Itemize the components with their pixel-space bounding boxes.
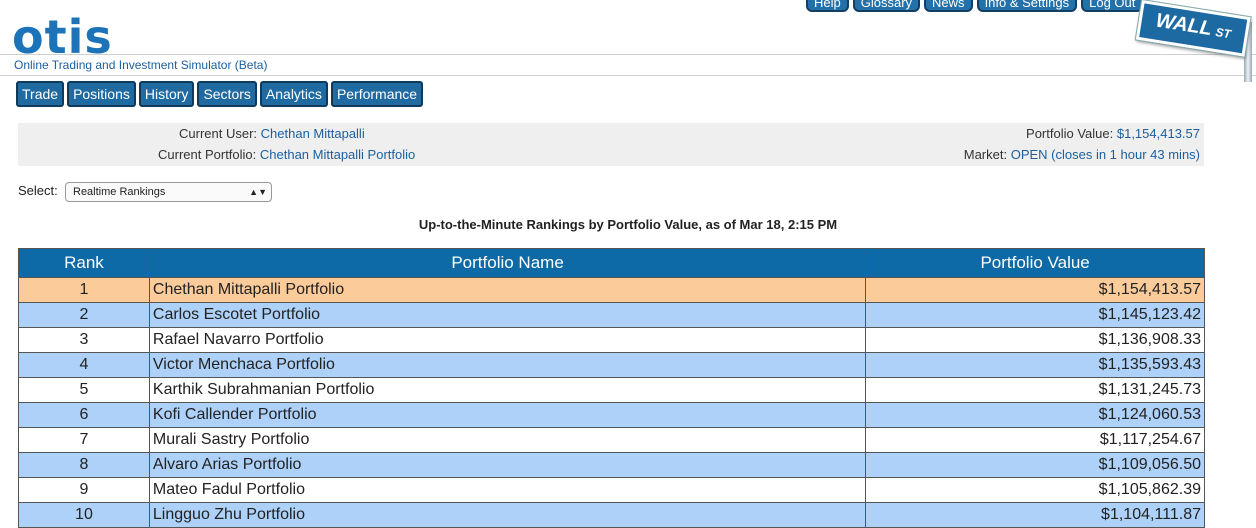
portfolio-name-header: Portfolio Name xyxy=(148,248,867,278)
table-row[interactable]: 5 Karthik Subrahmanian Portfolio $1,131,… xyxy=(18,377,1205,403)
rank-cell: 1 xyxy=(18,277,150,303)
portfolio-name-cell: Murali Sastry Portfolio xyxy=(148,427,867,453)
wall-st-sign-sub: ST xyxy=(1214,24,1232,42)
portfolio-value-cell: $1,105,862.39 xyxy=(865,477,1205,503)
news-button[interactable]: News xyxy=(924,0,973,12)
main-nav: Trade Positions History Sectors Analytic… xyxy=(16,81,424,107)
portfolio-value-cell: $1,104,111.87 xyxy=(865,502,1205,528)
portfolio-value-header: Portfolio Value xyxy=(865,248,1205,278)
header-divider xyxy=(0,54,1256,55)
performance-tab[interactable]: Performance xyxy=(330,81,424,107)
current-portfolio-label: Current Portfolio: xyxy=(158,147,257,162)
rank-cell: 10 xyxy=(18,502,150,528)
select-label: Select: xyxy=(18,183,58,198)
table-row[interactable]: 4 Victor Menchaca Portfolio $1,135,593.4… xyxy=(18,352,1205,378)
portfolio-name-cell: Alvaro Arias Portfolio xyxy=(148,452,867,478)
rank-cell: 2 xyxy=(18,302,150,328)
portfolio-name-cell: Carlos Escotet Portfolio xyxy=(148,302,867,328)
portfolio-value-cell: $1,109,056.50 xyxy=(865,452,1205,478)
glossary-button[interactable]: Glossary xyxy=(852,0,921,12)
portfolio-name-cell: Kofi Callender Portfolio xyxy=(148,402,867,428)
portfolio-value-cell: $1,154,413.57 xyxy=(865,277,1205,303)
tagline: Online Trading and Investment Simulator … xyxy=(14,58,268,72)
portfolio-value-cell: $1,131,245.73 xyxy=(865,377,1205,403)
top-nav: Help Glossary News Info & Settings Log O… xyxy=(806,0,1144,12)
portfolio-name-cell: Karthik Subrahmanian Portfolio xyxy=(148,377,867,403)
rank-cell: 3 xyxy=(18,327,150,353)
market-status-row: Market: OPEN (closes in 1 hour 43 mins) xyxy=(964,147,1200,162)
portfolio-name-cell: Rafael Navarro Portfolio xyxy=(148,327,867,353)
market-status-value: OPEN (closes in 1 hour 43 mins) xyxy=(1010,147,1200,162)
positions-tab[interactable]: Positions xyxy=(67,81,136,107)
table-row[interactable]: 10 Lingguo Zhu Portfolio $1,104,111.87 xyxy=(18,502,1205,528)
rank-cell: 4 xyxy=(18,352,150,378)
select-updown-arrows-icon: ▲▼ xyxy=(249,187,267,197)
current-user-label: Current User: xyxy=(179,126,258,141)
portfolio-name-cell: Mateo Fadul Portfolio xyxy=(148,477,867,503)
portfolio-name-cell: Victor Menchaca Portfolio xyxy=(148,352,867,378)
table-row[interactable]: 2 Carlos Escotet Portfolio $1,145,123.42 xyxy=(18,302,1205,328)
table-row[interactable]: 6 Kofi Callender Portfolio $1,124,060.53 xyxy=(18,402,1205,428)
rank-cell: 9 xyxy=(18,477,150,503)
current-portfolio-value[interactable]: Chethan Mittapalli Portfolio xyxy=(260,147,415,162)
current-user-value[interactable]: Chethan Mittapalli xyxy=(261,126,365,141)
portfolio-value-cell: $1,145,123.42 xyxy=(865,302,1205,328)
table-row[interactable]: 7 Murali Sastry Portfolio $1,117,254.67 xyxy=(18,427,1205,453)
user-info-panel: Current User: Chethan Mittapalli Current… xyxy=(18,123,1204,166)
history-tab[interactable]: History xyxy=(138,81,195,107)
rank-header: Rank xyxy=(18,248,150,278)
current-user-row: Current User: Chethan Mittapalli xyxy=(179,126,365,141)
rankings-table: Rank Portfolio Name Portfolio Value 1 Ch… xyxy=(18,248,1205,528)
analytics-tab[interactable]: Analytics xyxy=(259,81,328,107)
table-row[interactable]: 1 Chethan Mittapalli Portfolio $1,154,41… xyxy=(18,277,1205,303)
table-row[interactable]: 8 Alvaro Arias Portfolio $1,109,056.50 xyxy=(18,452,1205,478)
logout-button[interactable]: Log Out xyxy=(1081,0,1144,12)
help-button[interactable]: Help xyxy=(806,0,849,12)
table-row[interactable]: 9 Mateo Fadul Portfolio $1,105,862.39 xyxy=(18,477,1205,503)
portfolio-value-cell: $1,135,593.43 xyxy=(865,352,1205,378)
rankings-select[interactable]: Realtime Rankings ▲▼ xyxy=(65,182,272,202)
current-portfolio-row: Current Portfolio: Chethan Mittapalli Po… xyxy=(158,147,415,162)
table-row[interactable]: 3 Rafael Navarro Portfolio $1,136,908.33 xyxy=(18,327,1205,353)
rankings-select-group: Select: Realtime Rankings ▲▼ xyxy=(18,182,272,202)
info-settings-button[interactable]: Info & Settings xyxy=(976,0,1078,12)
rankings-select-value: Realtime Rankings xyxy=(73,186,166,198)
portfolio-value-cell: $1,136,908.33 xyxy=(865,327,1205,353)
table-header-row: Rank Portfolio Name Portfolio Value xyxy=(18,248,1205,278)
portfolio-name-cell: Chethan Mittapalli Portfolio xyxy=(148,277,867,303)
portfolio-value-cell: $1,117,254.67 xyxy=(865,427,1205,453)
trade-tab[interactable]: Trade xyxy=(16,81,65,107)
portfolio-value-label: Portfolio Value: xyxy=(1026,126,1114,141)
rank-cell: 6 xyxy=(18,402,150,428)
portfolio-value-row: Portfolio Value: $1,154,413.57 xyxy=(1026,126,1200,141)
wall-st-sign-logo: WALLST xyxy=(1134,0,1252,59)
rank-cell: 5 xyxy=(18,377,150,403)
portfolio-value-cell: $1,124,060.53 xyxy=(865,402,1205,428)
market-label: Market: xyxy=(963,147,1008,162)
wall-st-sign-main: WALL xyxy=(1154,9,1214,41)
rank-cell: 8 xyxy=(18,452,150,478)
portfolio-name-cell: Lingguo Zhu Portfolio xyxy=(148,502,867,528)
rankings-caption: Up-to-the-Minute Rankings by Portfolio V… xyxy=(418,217,838,232)
sectors-tab[interactable]: Sectors xyxy=(197,81,257,107)
rank-cell: 7 xyxy=(18,427,150,453)
portfolio-value-amount: $1,154,413.57 xyxy=(1116,126,1200,141)
tagline-divider xyxy=(0,75,1256,76)
